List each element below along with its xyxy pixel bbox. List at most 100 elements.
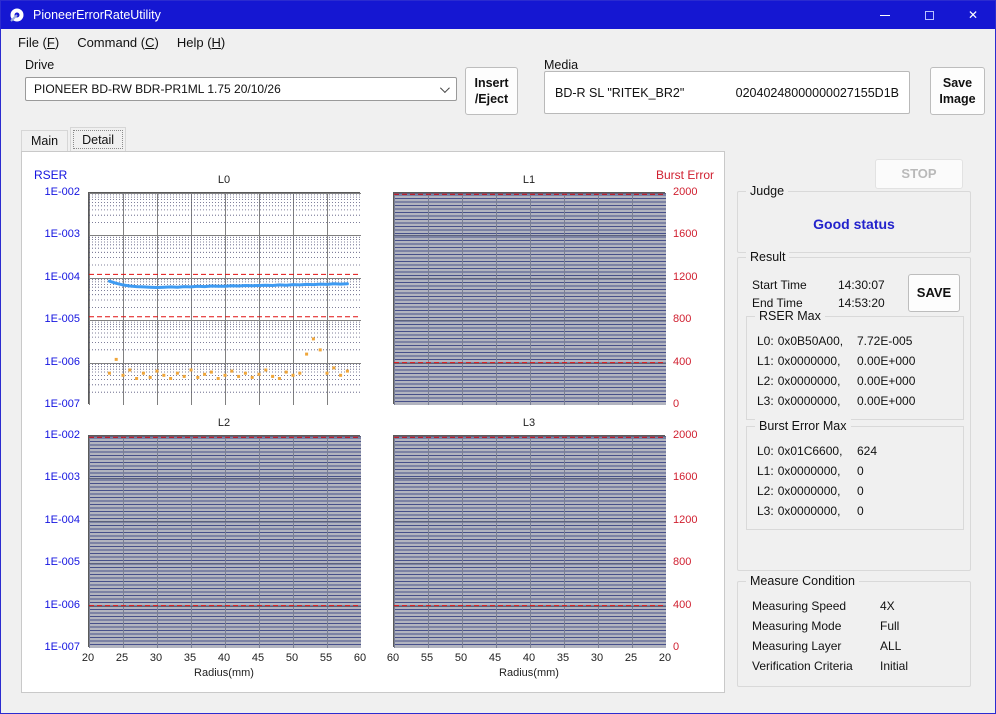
judge-group: Judge Good status (737, 184, 971, 253)
condition-row: Measuring Layer ALL (738, 636, 970, 656)
y-axis-tick-left: 1E-002 (44, 186, 80, 198)
close-button[interactable]: ✕ (951, 1, 995, 29)
address-value: 0x0000000, (777, 504, 841, 518)
result-group: Result Start Time 14:30:07 End Time 14:5… (737, 250, 971, 571)
y-axis-tick-right: 0 (673, 641, 680, 653)
menu-help[interactable]: Help (H) (168, 32, 234, 53)
stop-button[interactable]: STOP (875, 159, 963, 189)
y-axis-tick-right: 400 (673, 356, 692, 368)
left-axis-title: RSER (34, 168, 68, 182)
chart-title-L1: L1 (522, 174, 536, 186)
layer-label: L3: (757, 394, 774, 408)
start-time-value: 14:30:07 (838, 278, 885, 292)
result-row: L1: 0x0000000, 0 (747, 461, 963, 481)
y-axis-tick-right: 400 (673, 599, 692, 611)
judge-status: Good status (813, 216, 895, 232)
insert-eject-button[interactable]: Insert /Eject (465, 67, 518, 115)
x-axis-tick: 45 (251, 652, 265, 664)
y-axis-tick-right: 2000 (673, 186, 698, 198)
x-axis-tick: 55 (319, 652, 333, 664)
menu-command[interactable]: Command (C) (68, 32, 168, 53)
result-row: L2: 0x0000000, 0 (747, 481, 963, 501)
chart-title-L3: L3 (522, 417, 536, 429)
drive-label: Drive (25, 58, 55, 72)
condition-name: Measuring Layer (752, 639, 842, 653)
address-value: 0x0000000, (777, 484, 841, 498)
x-axis-tick: 30 (590, 652, 604, 664)
layer-label: L1: (757, 354, 774, 368)
result-row: L1: 0x0000000, 0.00E+000 (747, 351, 963, 371)
save-image-button[interactable]: Save Image (930, 67, 985, 115)
app-window: PioneerErrorRateUtility ✕ File (F) Comma… (0, 0, 996, 714)
drive-select[interactable]: PIONEER BD-RW BDR-PR1ML 1.75 20/10/26 (25, 77, 457, 101)
result-row: L2: 0x0000000, 0.00E+000 (747, 371, 963, 391)
address-value: 0x0000000, (777, 464, 841, 478)
y-axis-tick-right: 2000 (673, 429, 698, 441)
x-axis-label: Radius(mm) (194, 667, 254, 679)
chevron-down-icon (439, 83, 450, 94)
y-axis-tick-left: 1E-002 (44, 429, 80, 441)
y-axis-tick-right: 1200 (673, 514, 698, 526)
x-axis-tick: 25 (115, 652, 129, 664)
menubar: File (F) Command (C) Help (H) (1, 29, 995, 55)
measure-condition-label: Measure Condition (746, 574, 859, 588)
end-time-label: End Time (752, 296, 803, 310)
layer-label: L1: (757, 464, 774, 478)
minimize-icon (880, 14, 890, 16)
save-button[interactable]: SAVE (908, 274, 960, 312)
condition-value: ALL (880, 639, 902, 653)
end-time-value: 14:53:20 (838, 296, 885, 310)
condition-value: Full (880, 619, 900, 633)
y-axis-tick-left: 1E-006 (44, 356, 80, 368)
x-axis-tick: 40 (217, 652, 231, 664)
y-axis-tick-left: 1E-004 (44, 271, 80, 283)
condition-value: Initial (880, 659, 909, 673)
y-axis-tick-left: 1E-005 (44, 313, 80, 325)
address-value: 0x0000000, (777, 394, 841, 408)
x-axis-tick: 50 (454, 652, 468, 664)
media-disc-type: BD-R SL "RITEK_BR2" (555, 85, 685, 100)
max-value: 0.00E+000 (857, 374, 916, 388)
tab-detail[interactable]: Detail (70, 127, 127, 152)
y-axis-tick-right: 1200 (673, 271, 698, 283)
x-axis-tick: 45 (488, 652, 502, 664)
chart-panel: RSER Burst Error L0 L1 L2 L3 1E-002 1E-003 1E-… (21, 151, 725, 693)
y-axis-tick-left: 1E-003 (44, 471, 80, 483)
x-axis-tick: 55 (420, 652, 434, 664)
tab-main[interactable]: Main (21, 130, 69, 152)
max-value: 624 (857, 444, 878, 458)
y-axis-tick-left: 1E-006 (44, 599, 80, 611)
y-axis-tick-right: 1600 (673, 228, 698, 240)
drive-selected-value: PIONEER BD-RW BDR-PR1ML 1.75 20/10/26 (34, 82, 281, 96)
maximize-button[interactable] (907, 1, 951, 29)
address-value: 0x01C6600, (777, 444, 843, 458)
y-axis-tick-right: 800 (673, 556, 692, 568)
layer-label: L2: (757, 374, 774, 388)
condition-row: Verification Criteria Initial (738, 656, 970, 676)
max-value: 0 (857, 464, 864, 478)
address-value: 0x0000000, (777, 354, 841, 368)
app-icon (9, 7, 25, 23)
chart-plot-L0 (88, 192, 361, 405)
y-axis-tick-left: 1E-007 (44, 641, 80, 653)
chart-title-L2: L2 (217, 417, 231, 429)
chart-title-L0: L0 (217, 174, 231, 186)
menu-file[interactable]: File (F) (9, 32, 68, 53)
x-axis-tick: 35 (556, 652, 570, 664)
x-axis-label: Radius(mm) (499, 667, 559, 679)
minimize-button[interactable] (863, 1, 907, 29)
titlebar: PioneerErrorRateUtility ✕ (1, 1, 995, 29)
start-time-label: Start Time (752, 278, 807, 292)
condition-row: Measuring Mode Full (738, 616, 970, 636)
burst-error-max-label: Burst Error Max (755, 419, 851, 433)
maximize-icon (924, 10, 934, 20)
y-axis-tick-right: 1600 (673, 471, 698, 483)
x-axis-tick: 20 (81, 652, 95, 664)
result-row: L0: 0x01C6600, 624 (747, 441, 963, 461)
chart-plot-L3 (393, 435, 666, 648)
x-axis-tick: 25 (624, 652, 638, 664)
max-value: 7.72E-005 (857, 334, 913, 348)
y-axis-tick-right: 800 (673, 313, 692, 325)
address-value: 0x0000000, (777, 374, 841, 388)
condition-value: 4X (880, 599, 895, 613)
